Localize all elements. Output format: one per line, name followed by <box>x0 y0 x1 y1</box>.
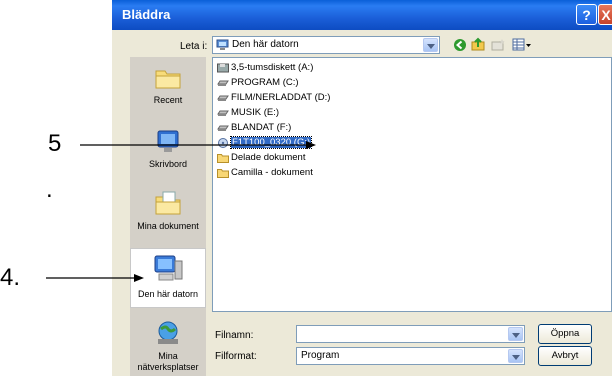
file-name: Camilla - dokument <box>231 167 313 178</box>
file-list[interactable]: 3,5-tumsdiskett (A:) PROGRAM (C:) FILM/N… <box>212 57 612 312</box>
file-name: BLANDAT (F:) <box>231 122 292 133</box>
back-icon[interactable] <box>453 38 467 52</box>
list-item[interactable]: FILM/NERLADDAT (D:) <box>217 92 330 106</box>
place-recent[interactable]: Recent <box>130 65 206 109</box>
file-name: Delade dokument <box>231 152 306 163</box>
recent-folder-icon <box>155 70 181 89</box>
file-name: F1T100_0320 (G:) <box>229 136 313 149</box>
filename-dropdown-arrow[interactable] <box>508 327 523 341</box>
filetype-value: Program <box>301 350 340 361</box>
annotation-number-4: 4. <box>0 264 21 291</box>
title-bar: Bläddra ? X <box>112 0 612 30</box>
folder-icon <box>217 168 229 178</box>
cancel-button[interactable]: Avbryt <box>538 346 592 366</box>
lookin-dropdown[interactable]: Den här datorn <box>212 36 440 54</box>
place-label: Recent <box>153 95 183 105</box>
open-button[interactable]: Öppna <box>538 324 592 344</box>
filetype-dropdown-arrow[interactable] <box>508 349 523 363</box>
my-computer-icon <box>154 255 183 281</box>
file-name: FILM/NERLADDAT (D:) <box>231 92 331 103</box>
filename-label: Filnamn: <box>215 330 254 341</box>
my-computer-icon <box>216 39 229 50</box>
annotation-dot: . <box>46 176 53 203</box>
up-folder-icon[interactable] <box>471 37 486 52</box>
filetype-label: Filformat: <box>215 351 257 362</box>
place-label: Den här datorn <box>137 289 199 299</box>
list-item[interactable]: BLANDAT (F:) <box>217 122 291 136</box>
place-label: Skrivbord <box>148 159 187 169</box>
hard-drive-icon <box>217 80 229 86</box>
new-folder-icon[interactable] <box>491 38 506 51</box>
my-documents-icon <box>155 191 181 215</box>
place-network[interactable]: Mina nätverksplatser <box>130 319 206 375</box>
hard-drive-icon <box>217 125 229 131</box>
lookin-label: Leta i: <box>180 41 208 52</box>
file-name: 3,5-tumsdiskett (A:) <box>231 62 314 73</box>
annotation-number-5: 5 <box>48 130 62 157</box>
list-item[interactable]: PROGRAM (C:) <box>217 77 299 91</box>
close-button[interactable]: X <box>598 4 612 25</box>
file-name: PROGRAM (C:) <box>231 77 299 88</box>
file-name: MUSIK (E:) <box>231 107 280 118</box>
place-my-documents[interactable]: Mina dokument <box>130 189 206 235</box>
list-item[interactable]: 3,5-tumsdiskett (A:) <box>217 62 313 76</box>
help-button[interactable]: ? <box>576 4 597 25</box>
network-places-icon <box>158 321 178 344</box>
lookin-dropdown-arrow[interactable] <box>423 38 438 52</box>
list-item[interactable]: MUSIK (E:) <box>217 107 279 121</box>
dialog-title: Bläddra <box>122 7 171 22</box>
browse-dialog: Bläddra ? X Leta i: Den här datorn Recen… <box>112 0 612 376</box>
view-menu-icon[interactable] <box>512 38 532 51</box>
list-item[interactable]: Delade dokument <box>217 152 305 166</box>
floppy-drive-icon <box>217 63 229 72</box>
hard-drive-icon <box>217 110 229 116</box>
place-label: Mina nätverksplatser <box>137 351 199 372</box>
place-my-computer[interactable]: Den här datorn <box>130 248 206 308</box>
place-label: Mina dokument <box>137 221 199 231</box>
filetype-select[interactable]: Program <box>296 347 525 365</box>
list-item-selected[interactable]: F1T100_0320 (G:) <box>217 136 313 151</box>
list-item[interactable]: Camilla - dokument <box>217 167 313 181</box>
removable-drive-icon <box>218 137 228 148</box>
lookin-value: Den här datorn <box>232 39 299 50</box>
places-bar: Recent Skrivbord Mina dokument Den här d… <box>130 57 206 376</box>
place-desktop[interactable]: Skrivbord <box>130 127 206 173</box>
folder-icon <box>217 153 229 163</box>
desktop-icon <box>157 130 179 152</box>
filename-input[interactable] <box>296 325 525 343</box>
hard-drive-icon <box>217 95 229 101</box>
